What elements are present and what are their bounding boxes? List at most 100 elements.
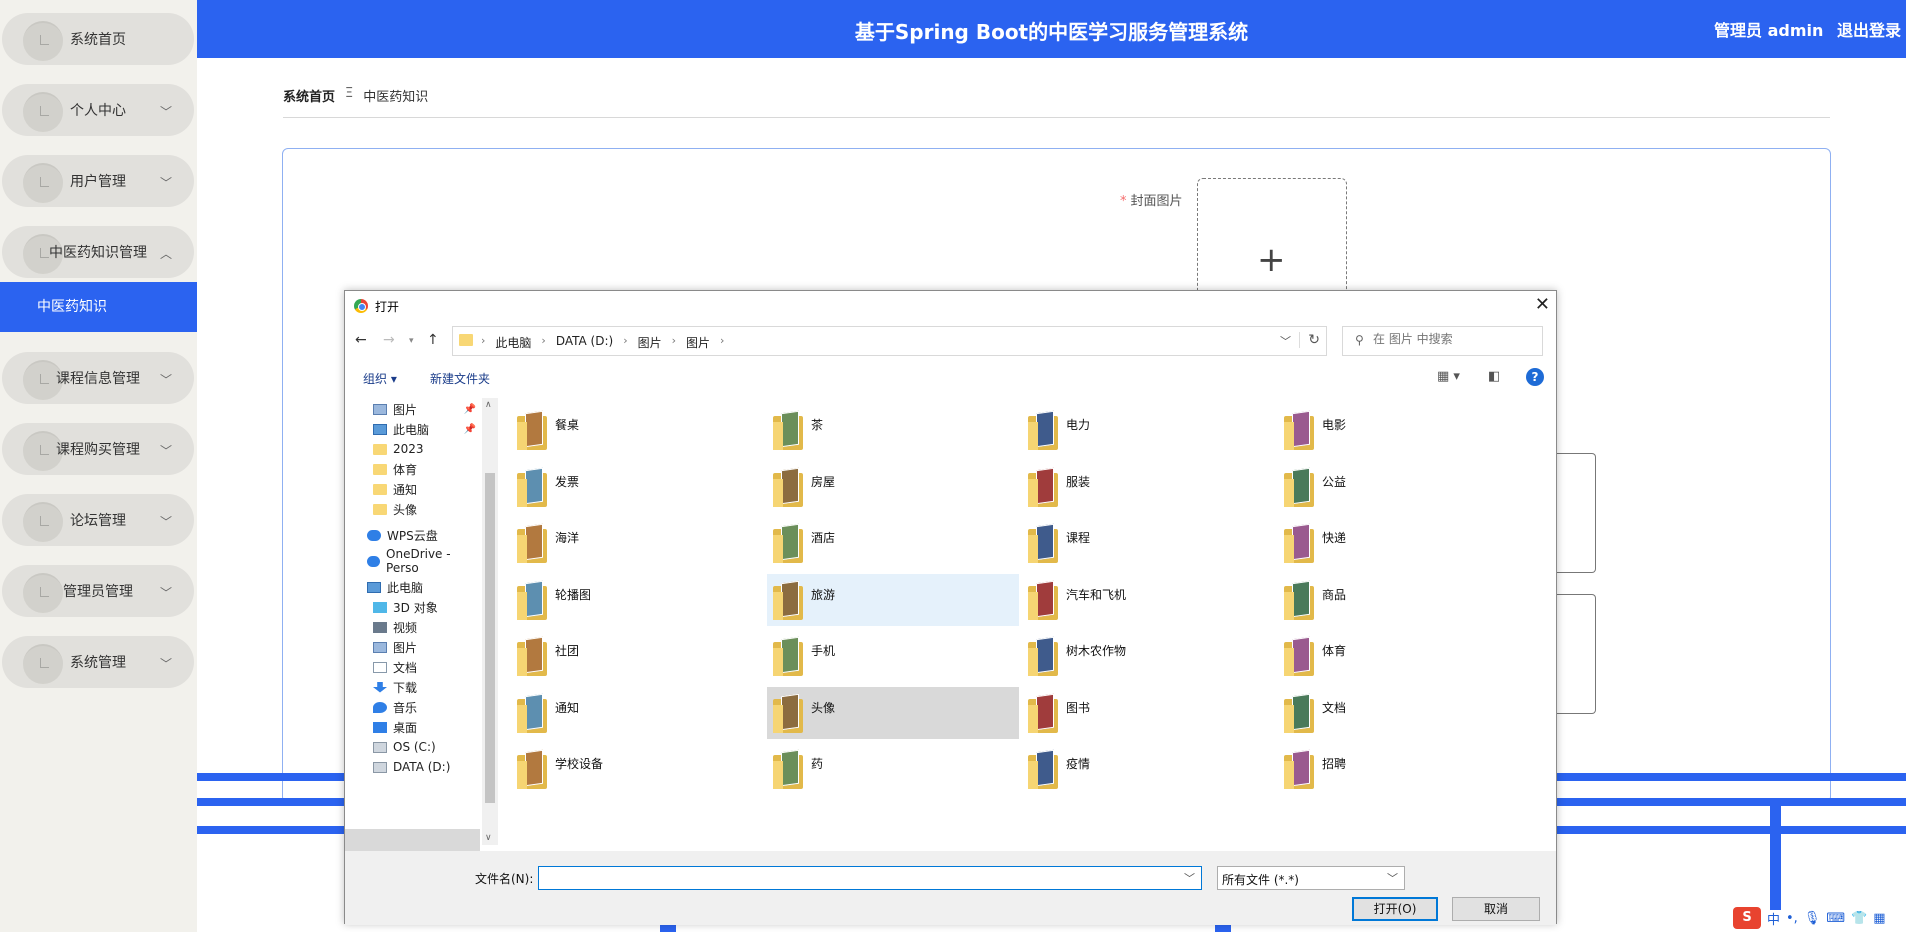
folder-item[interactable]: 药	[767, 743, 1019, 795]
path-segment[interactable]: 图片	[686, 334, 710, 351]
textarea-field[interactable]	[1553, 453, 1596, 573]
path-segment[interactable]: 图片	[638, 334, 662, 351]
punctuation-icon[interactable]: •,	[1786, 911, 1798, 926]
path-separator-icon[interactable]: ›	[541, 334, 545, 351]
folder-item[interactable]: 电影	[1278, 404, 1530, 456]
tree-item[interactable]: WPS云盘	[345, 524, 480, 546]
folder-item[interactable]: 服装	[1022, 461, 1274, 513]
folder-item[interactable]: 头像	[767, 686, 1019, 739]
path-segment[interactable]: 此电脑	[495, 334, 531, 351]
textarea-field[interactable]	[1553, 594, 1596, 714]
folder-item[interactable]: 疫情	[1022, 743, 1274, 795]
tree-item[interactable]: 图片	[345, 636, 480, 658]
sidebar-item[interactable]: 课程信息管理 ﹀	[2, 352, 194, 404]
path-separator-icon[interactable]: ›	[672, 334, 676, 351]
keyboard-icon[interactable]: ⌨	[1826, 911, 1845, 926]
tree-item[interactable]: 下载	[345, 676, 480, 698]
folder-item[interactable]: 体育	[1278, 630, 1530, 682]
folder-item[interactable]: 房屋	[767, 461, 1019, 513]
back-arrow-icon[interactable]: ←	[355, 332, 367, 348]
folder-item[interactable]: 学校设备	[511, 743, 763, 795]
tree-item[interactable]: 此电脑 📌	[345, 418, 480, 440]
tree-item[interactable]: 图片 📌	[345, 398, 480, 420]
tree-item[interactable]: OneDrive - Perso	[345, 547, 480, 575]
recent-locations-icon[interactable]: ▾	[409, 336, 414, 346]
plus-icon[interactable]: +	[1257, 240, 1286, 280]
folder-item[interactable]: 通知	[511, 687, 763, 739]
path-separator-icon[interactable]: ›	[623, 334, 627, 351]
folder-item[interactable]: 汽车和飞机	[1022, 574, 1274, 626]
sidebar-item[interactable]: 中医药知识管理 ︿	[2, 226, 194, 278]
ime-language[interactable]: 中	[1767, 909, 1780, 928]
folder-item[interactable]: 社团	[511, 630, 763, 682]
folder-item[interactable]: 文档	[1278, 687, 1530, 739]
folder-item[interactable]: 课程	[1022, 517, 1274, 569]
folder-item[interactable]: 快递	[1278, 517, 1530, 569]
search-input[interactable]	[1373, 332, 1533, 346]
tree-item[interactable]: DATA (D:)	[345, 756, 480, 778]
tree-item[interactable]: 此电脑	[345, 576, 480, 598]
folder-item[interactable]: 餐桌	[511, 404, 763, 456]
scrollbar-thumb[interactable]	[485, 473, 495, 803]
address-bar[interactable]: › 此电脑 › DATA (D:) › 图片 › 图片 › ﹀ ↻	[452, 326, 1327, 356]
organize-menu[interactable]: 组织 ▾	[363, 370, 397, 387]
path-separator-icon[interactable]: ›	[481, 334, 485, 351]
dialog-titlebar[interactable]: 打开 ✕	[345, 291, 1556, 321]
grid-menu-icon[interactable]: ▦	[1873, 911, 1885, 926]
breadcrumb-home[interactable]: 系统首页	[283, 86, 335, 105]
folder-item[interactable]: 旅游	[767, 573, 1019, 626]
folder-item[interactable]: 公益	[1278, 461, 1530, 513]
filename-input[interactable]	[543, 868, 1173, 888]
filename-field[interactable]: ﹀	[538, 866, 1202, 890]
skin-icon[interactable]: 👕	[1851, 911, 1867, 926]
folder-item[interactable]: 酒店	[767, 517, 1019, 569]
chevron-down-icon[interactable]: ﹀	[1387, 870, 1398, 886]
folder-item[interactable]: 电力	[1022, 404, 1274, 456]
forward-arrow-icon[interactable]: →	[383, 332, 395, 348]
tree-item[interactable]: 2023	[345, 438, 480, 460]
sidebar-item[interactable]: 用户管理 ﹀	[2, 155, 194, 207]
tree-scrollbar[interactable]: ∧ ∨	[482, 398, 498, 845]
sidebar-item[interactable]: 系统管理 ﹀	[2, 636, 194, 688]
open-button[interactable]: 打开(O)	[1352, 897, 1438, 921]
sidebar-item[interactable]: 个人中心 ﹀	[2, 84, 194, 136]
sogou-ime-icon[interactable]: S	[1733, 907, 1761, 929]
folder-item[interactable]: 树木农作物	[1022, 630, 1274, 682]
logout-link[interactable]: 退出登录	[1837, 21, 1901, 40]
up-arrow-icon[interactable]: ↑	[427, 332, 439, 348]
new-folder-button[interactable]: 新建文件夹	[430, 370, 490, 387]
folder-item[interactable]: 发票	[511, 461, 763, 513]
view-options-icon[interactable]: ▦ ▾	[1437, 369, 1460, 384]
tree-item[interactable]: 头像	[345, 498, 480, 520]
cancel-button[interactable]: 取消	[1452, 897, 1540, 921]
folder-item[interactable]: 茶	[767, 404, 1019, 456]
folder-item[interactable]: 商品	[1278, 574, 1530, 626]
chevron-down-icon[interactable]: ﹀	[1280, 333, 1291, 349]
chevron-down-icon[interactable]: ﹀	[1184, 870, 1195, 886]
tree-item[interactable]: 3D 对象	[345, 596, 480, 618]
folder-item[interactable]: 轮播图	[511, 574, 763, 626]
sidebar-item[interactable]: 系统首页	[2, 13, 194, 65]
sidebar-subitem-active[interactable]: 中医药知识	[0, 282, 197, 332]
sidebar-item[interactable]: 论坛管理 ﹀	[2, 494, 194, 546]
search-box[interactable]: ⚲	[1342, 326, 1543, 356]
scroll-up-icon[interactable]: ∧	[485, 400, 492, 410]
tree-item[interactable]: 视频	[345, 616, 480, 638]
folder-item[interactable]: 图书	[1022, 687, 1274, 739]
path-separator-icon[interactable]: ›	[720, 334, 724, 351]
folder-item[interactable]: 海洋	[511, 517, 763, 569]
tree-item[interactable]: 音乐	[345, 696, 480, 718]
sidebar-item[interactable]: 课程购买管理 ﹀	[2, 423, 194, 475]
tree-item[interactable]: 文档	[345, 656, 480, 678]
tree-item[interactable]: 桌面	[345, 716, 480, 738]
admin-user-label[interactable]: 管理员 admin	[1714, 21, 1823, 40]
refresh-icon[interactable]: ↻	[1299, 332, 1320, 348]
tree-item[interactable]: 通知	[345, 478, 480, 500]
folder-item[interactable]: 手机	[767, 630, 1019, 682]
microphone-icon[interactable]: 🎙	[1804, 911, 1821, 926]
tree-item[interactable]: OS (C:)	[345, 736, 480, 758]
scroll-down-icon[interactable]: ∨	[485, 833, 492, 843]
close-icon[interactable]: ✕	[1535, 294, 1550, 315]
help-icon[interactable]: ?	[1526, 368, 1544, 386]
file-type-select[interactable]: 所有文件 (*.*) ﹀	[1217, 866, 1405, 890]
